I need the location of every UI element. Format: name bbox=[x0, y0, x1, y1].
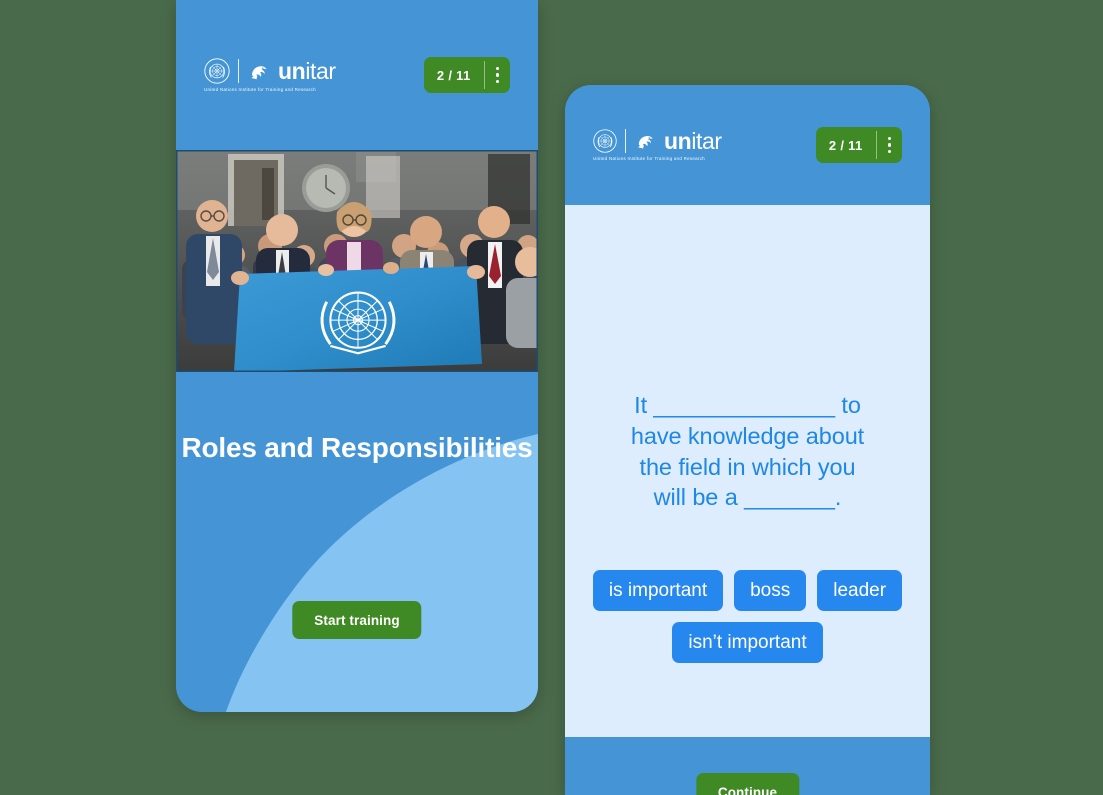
answer-option-leader[interactable]: leader bbox=[817, 570, 903, 611]
progress-pill: 2 / 11 bbox=[815, 127, 903, 163]
menu-dot bbox=[495, 79, 499, 84]
logo-divider bbox=[238, 59, 239, 83]
continue-button[interactable]: Continue bbox=[695, 773, 800, 795]
quiz-screen-phone: unitar United Nations Institute for Trai… bbox=[565, 85, 930, 795]
kebab-menu-icon[interactable] bbox=[877, 127, 903, 163]
question-line: will be a _______. bbox=[653, 484, 842, 511]
menu-dot bbox=[495, 73, 499, 77]
progress-counter: 2 / 11 bbox=[828, 137, 863, 153]
hero-photo bbox=[176, 150, 538, 372]
progress-pill: 2 / 11 bbox=[423, 57, 511, 93]
kebab-menu-icon[interactable] bbox=[485, 57, 511, 93]
unitar-tagline: United Nations Institute for Training an… bbox=[204, 87, 316, 93]
wordmark-light: itar bbox=[691, 127, 722, 154]
unitar-bird-icon bbox=[251, 65, 267, 79]
question-line: the field in which you bbox=[639, 453, 856, 480]
answer-option-is-important[interactable]: is important bbox=[592, 570, 724, 611]
wordmark-bold: un bbox=[664, 127, 692, 154]
progress-counter: 2 / 11 bbox=[436, 67, 471, 83]
menu-dot bbox=[887, 149, 891, 154]
page-title: Roles and Responsibilities bbox=[181, 432, 533, 463]
unitar-logo: unitar United Nations Institute for Trai… bbox=[593, 129, 722, 161]
decorative-wave bbox=[226, 434, 538, 712]
start-screen-body: Roles and Responsibilities Start trainin… bbox=[176, 372, 538, 712]
un-emblem-icon bbox=[593, 129, 617, 153]
start-screen-phone: unitar United Nations Institute for Trai… bbox=[176, 0, 538, 712]
quiz-screen-header: unitar United Nations Institute for Trai… bbox=[565, 85, 930, 205]
start-training-button[interactable]: Start training bbox=[292, 601, 422, 639]
wordmark-bold: un bbox=[278, 57, 306, 84]
un-emblem-icon bbox=[204, 58, 230, 84]
menu-dot bbox=[887, 136, 891, 141]
answer-option-isnt-important[interactable]: isn’t important bbox=[672, 622, 823, 663]
answer-option-boss[interactable]: boss bbox=[734, 570, 807, 611]
quiz-content-area: It ______________ to have knowledge abou… bbox=[565, 205, 930, 737]
wordmark-light: itar bbox=[305, 57, 336, 84]
unitar-wordmark: unitar bbox=[664, 127, 722, 154]
answer-options-group: is important boss leader isn’t important bbox=[591, 570, 904, 663]
start-screen-header: unitar United Nations Institute for Trai… bbox=[176, 0, 538, 150]
quiz-footer: Continue bbox=[565, 737, 930, 795]
unitar-logo: unitar United Nations Institute for Trai… bbox=[204, 58, 336, 92]
hero-photo-illustration bbox=[176, 150, 538, 372]
unitar-bird-icon bbox=[638, 136, 653, 149]
menu-dot bbox=[495, 66, 499, 71]
question-line: have knowledge about bbox=[630, 422, 865, 449]
unitar-tagline: United Nations Institute for Training an… bbox=[593, 156, 705, 162]
quiz-question-text: It ______________ to have knowledge abou… bbox=[587, 390, 908, 513]
logo-divider bbox=[625, 129, 626, 153]
unitar-wordmark: unitar bbox=[278, 57, 336, 84]
menu-dot bbox=[887, 143, 891, 147]
question-line: It ______________ to bbox=[634, 392, 861, 418]
